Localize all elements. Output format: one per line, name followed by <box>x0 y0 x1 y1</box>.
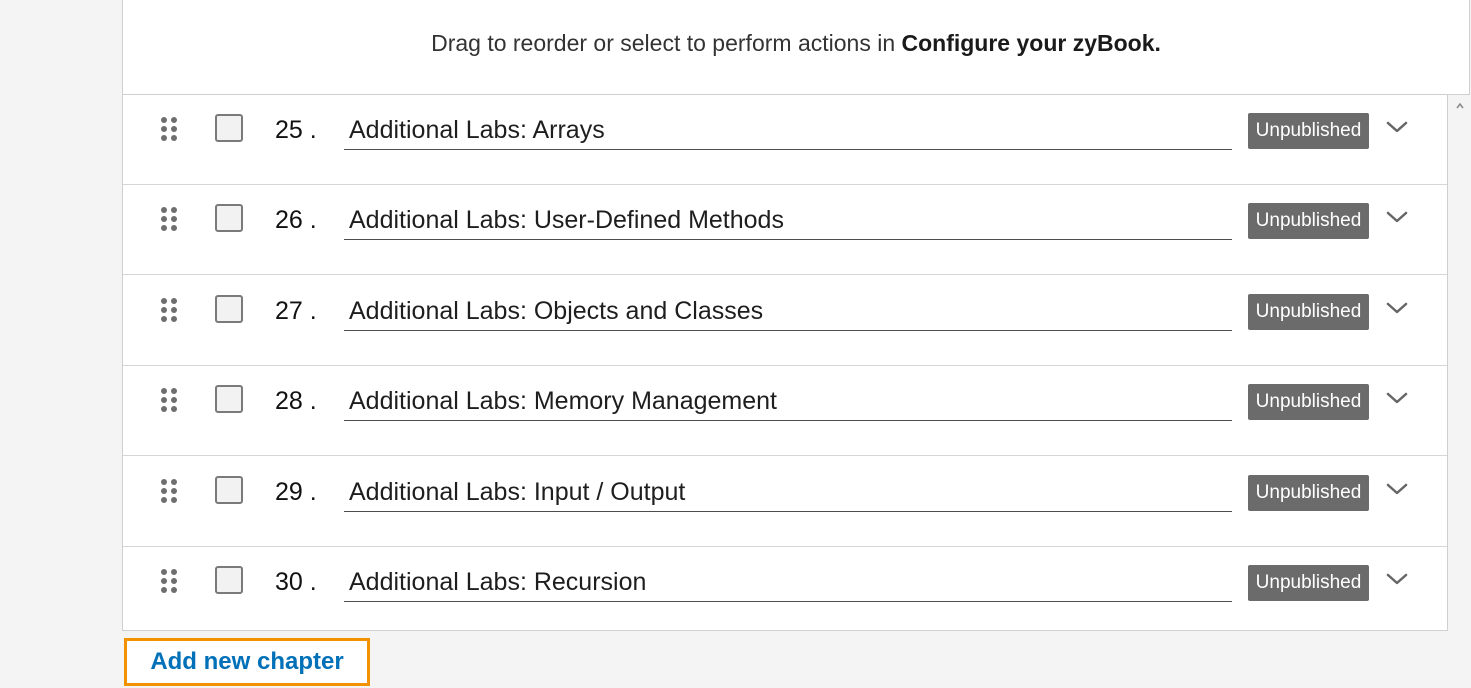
chapter-number: 29 . <box>275 478 317 506</box>
chapter-title-field[interactable] <box>344 291 1232 331</box>
instructions-text: Drag to reorder or select to perform act… <box>123 30 1469 57</box>
chapter-number: 25 . <box>275 116 317 144</box>
chapter-title-field[interactable] <box>344 110 1232 150</box>
status-badge: Unpublished <box>1248 384 1369 420</box>
scroll-up-arrow-icon[interactable] <box>1455 101 1465 111</box>
chevron-down-icon[interactable] <box>1385 119 1409 135</box>
status-badge: Unpublished <box>1248 113 1369 149</box>
chapter-checkbox[interactable] <box>215 295 243 323</box>
chapter-title-field[interactable] <box>344 562 1232 602</box>
add-new-chapter-button[interactable]: Add new chapter <box>124 638 370 686</box>
drag-handle-icon[interactable] <box>159 117 181 145</box>
chapter-row[interactable]: 30 . Unpublished <box>123 547 1447 637</box>
drag-handle-icon[interactable] <box>159 207 181 235</box>
chevron-down-icon[interactable] <box>1385 481 1409 497</box>
chapter-number: 26 . <box>275 206 317 234</box>
status-badge: Unpublished <box>1248 203 1369 239</box>
chevron-down-icon[interactable] <box>1385 390 1409 406</box>
chapter-row[interactable]: 29 . Unpublished <box>123 457 1447 547</box>
chapter-row[interactable]: 25 . Unpublished <box>123 95 1447 185</box>
chapter-checkbox[interactable] <box>215 385 243 413</box>
chevron-down-icon[interactable] <box>1385 300 1409 316</box>
status-badge: Unpublished <box>1248 565 1369 601</box>
instructions-emphasis: Configure your zyBook. <box>901 30 1161 56</box>
drag-handle-icon[interactable] <box>159 298 181 326</box>
chapter-number: 27 . <box>275 297 317 325</box>
chapter-title-field[interactable] <box>344 200 1232 240</box>
drag-handle-icon[interactable] <box>159 388 181 416</box>
chevron-down-icon[interactable] <box>1385 209 1409 225</box>
chapter-row[interactable]: 27 . Unpublished <box>123 276 1447 366</box>
chevron-down-icon[interactable] <box>1385 571 1409 587</box>
instructions-panel: Drag to reorder or select to perform act… <box>122 0 1470 95</box>
status-badge: Unpublished <box>1248 475 1369 511</box>
drag-handle-icon[interactable] <box>159 569 181 597</box>
chapter-checkbox[interactable] <box>215 476 243 504</box>
chapter-checkbox[interactable] <box>215 114 243 142</box>
instructions-prefix: Drag to reorder or select to perform act… <box>431 30 902 56</box>
chapter-number: 30 . <box>275 568 317 596</box>
chapter-title-field[interactable] <box>344 381 1232 421</box>
chapter-list: 25 . Unpublished 26 . Unpublished 27 . U… <box>122 95 1448 631</box>
chapter-number: 28 . <box>275 387 317 415</box>
chapter-checkbox[interactable] <box>215 566 243 594</box>
chapter-title-field[interactable] <box>344 472 1232 512</box>
status-badge: Unpublished <box>1248 294 1369 330</box>
drag-handle-icon[interactable] <box>159 479 181 507</box>
chapter-row[interactable]: 26 . Unpublished <box>123 185 1447 275</box>
chapter-row[interactable]: 28 . Unpublished <box>123 366 1447 456</box>
chapter-checkbox[interactable] <box>215 204 243 232</box>
